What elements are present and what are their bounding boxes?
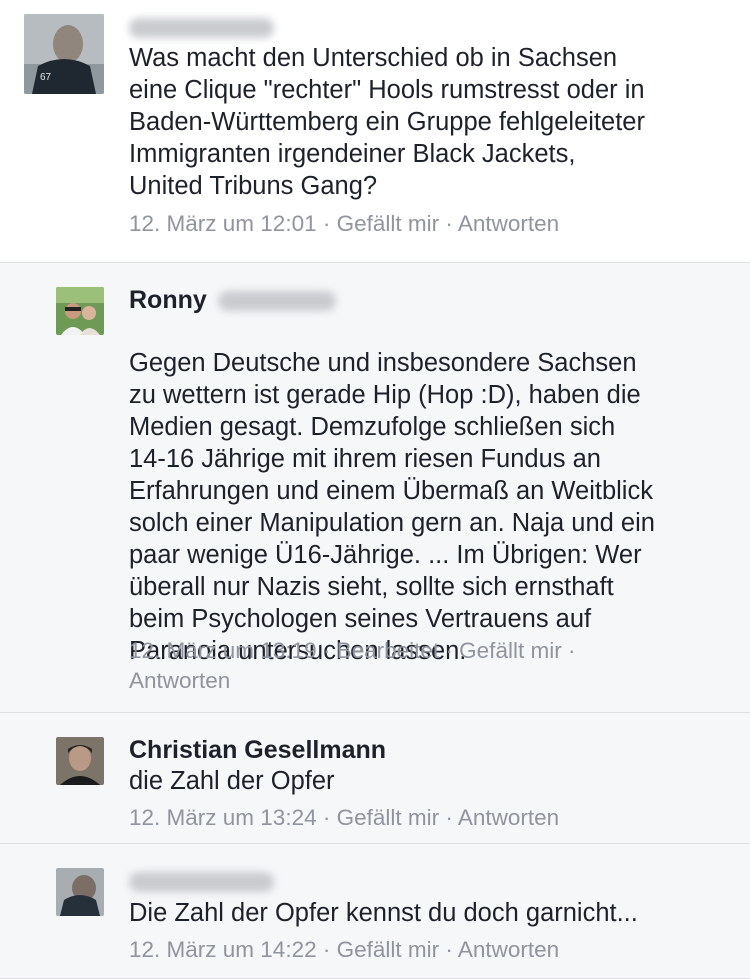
avatar[interactable] (56, 287, 104, 335)
blurred-author-name (217, 291, 336, 312)
comment-timestamp[interactable]: 12. März um 12:01 (129, 211, 317, 236)
blurred-author-name (129, 872, 274, 893)
comment-text-block: Gegen Deutsche und insbesondere Sachsen … (129, 349, 655, 665)
comment-timestamp[interactable]: 12. März um 13:24 (129, 805, 317, 830)
comment-timestamp[interactable]: 12. März um 14:22 (129, 937, 317, 962)
comment-meta: 12. März um 12:01 · Gefällt mir · Antwor… (129, 211, 560, 236)
avatar[interactable] (56, 737, 104, 785)
comment-text: die Zahl der Opfer (129, 767, 335, 795)
comment-author[interactable]: Ronny (129, 284, 336, 316)
edited-label: Bearbeitet (336, 638, 440, 663)
comment-1: 67 Was macht den Unterschied ob in Sachs… (0, 0, 750, 263)
comment-meta: 12. März um 13:24 · Gefällt mir · Antwor… (129, 805, 560, 830)
comment-author[interactable]: Christian Gesellmann (129, 734, 386, 766)
comment-author[interactable] (129, 11, 274, 43)
like-link[interactable]: Gefällt mir (337, 211, 440, 236)
comment-text: Die Zahl der Opfer kennst du doch garnic… (129, 899, 638, 927)
comment-meta: 12. März um 13:19 · Bearbeitet · Gefällt… (129, 638, 576, 693)
like-link[interactable]: Gefällt mir (337, 937, 440, 962)
reply-link[interactable]: Antworten (458, 211, 559, 236)
comment-4: Die Zahl der Opfer kennst du doch garnic… (0, 844, 750, 979)
svg-text:67: 67 (40, 72, 52, 83)
reply-link[interactable]: Antworten (458, 937, 559, 962)
blurred-author-name (129, 18, 274, 39)
comment-timestamp[interactable]: 12. März um 13:19 (129, 638, 317, 663)
comment-text: Was macht den Unterschied ob in Sachsen … (129, 44, 645, 200)
reply-link[interactable]: Antworten (458, 805, 559, 830)
profile-photo-icon (56, 287, 104, 335)
comment-3: Christian Gesellmann die Zahl der Opfer … (0, 713, 750, 844)
reply-link[interactable]: Antworten (129, 668, 230, 693)
comment-author[interactable] (129, 865, 274, 897)
avatar[interactable] (56, 868, 104, 916)
avatar[interactable]: 67 (24, 14, 104, 94)
comment-2: Ronny Gegen Deutsche und insbesondere Sa… (0, 263, 750, 713)
profile-photo-icon (56, 737, 104, 785)
comment-meta: 12. März um 14:22 · Gefällt mir · Antwor… (129, 937, 560, 962)
profile-photo-icon (56, 868, 104, 916)
like-link[interactable]: Gefällt mir (459, 638, 562, 663)
like-link[interactable]: Gefällt mir (337, 805, 440, 830)
profile-photo-icon: 67 (24, 14, 104, 94)
